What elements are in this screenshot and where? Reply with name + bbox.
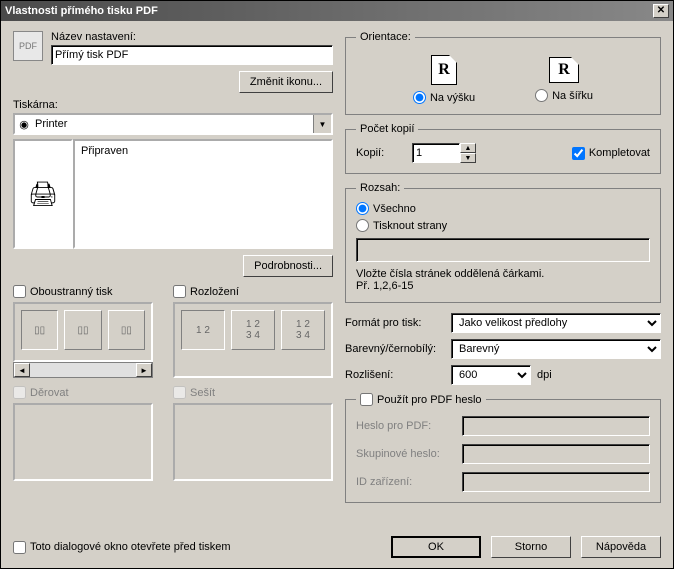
layout-checkbox[interactable] — [173, 285, 186, 298]
staple-checkbox — [173, 386, 186, 399]
chevron-down-icon[interactable]: ▼ — [313, 115, 331, 133]
printer-label: Tiskárna: — [13, 99, 333, 111]
pdf-password-checkbox-label[interactable]: Použít pro PDF heslo — [360, 393, 482, 406]
landscape-radio[interactable] — [535, 89, 548, 102]
range-hint-2: Př. 1,2,6-15 — [356, 280, 650, 292]
scroll-right-icon[interactable]: ► — [136, 363, 152, 377]
punch-checkbox — [13, 386, 26, 399]
pdf-password-checkbox[interactable] — [360, 393, 373, 406]
resolution-label: Rozlišení: — [345, 369, 445, 381]
duplex-scrollbar[interactable]: ◄ ► — [13, 362, 153, 378]
copies-input[interactable] — [412, 143, 460, 163]
layout-checkbox-label[interactable]: Rozložení — [173, 285, 333, 298]
printer-icon: ◉ — [15, 118, 33, 131]
print-format-select[interactable]: Jako velikost předlohy — [451, 313, 661, 333]
change-icon-button[interactable]: Změnit ikonu... — [239, 71, 333, 93]
resolution-select[interactable]: 600 — [451, 365, 531, 385]
print-format-label: Formát pro tisk: — [345, 317, 445, 329]
close-button[interactable]: ✕ — [653, 4, 669, 18]
duplex-checkbox[interactable] — [13, 285, 26, 298]
device-id-input — [462, 472, 650, 492]
copies-label: Kopií: — [356, 147, 406, 159]
printer-status-text: Připraven — [81, 145, 128, 157]
copies-down-button[interactable]: ▼ — [460, 153, 476, 163]
range-hint-1: Vložte čísla stránek oddělená čárkami. — [356, 268, 650, 280]
range-all-radio-label[interactable]: Všechno — [356, 202, 650, 215]
orientation-group: Orientace: R Na výšku R — [345, 31, 661, 115]
range-pages-input — [356, 238, 650, 262]
copies-legend: Počet kopií — [356, 123, 418, 135]
duplex-option-1-icon[interactable]: ▯▯ — [21, 310, 58, 350]
range-all-radio[interactable] — [356, 202, 369, 215]
staple-checkbox-label: Sešít — [173, 386, 333, 399]
scroll-left-icon[interactable]: ◄ — [14, 363, 30, 377]
duplex-option-2-icon[interactable]: ▯▯ — [64, 310, 101, 350]
group-pw-input — [462, 444, 650, 464]
printer-preview-panel: 🖨 — [13, 139, 73, 249]
pdf-pw-input — [462, 416, 650, 436]
portrait-icon: R — [431, 55, 457, 85]
left-column: PDF Název nastavení: Změnit ikonu... Tis… — [13, 31, 333, 503]
layout-option-3-icon[interactable]: 1 23 4 — [281, 310, 325, 350]
printer-status-panel: Připraven — [73, 139, 333, 249]
range-legend: Rozsah: — [356, 182, 404, 194]
help-button[interactable]: Nápověda — [581, 536, 661, 558]
group-pw-label: Skupinové heslo: — [356, 448, 456, 460]
printer-select[interactable]: ◉ Printer ▼ — [13, 113, 333, 135]
copies-up-button[interactable]: ▲ — [460, 143, 476, 153]
collate-checkbox[interactable] — [572, 147, 585, 160]
dialog-window: Vlastnosti přímého tisku PDF ✕ PDF Název… — [0, 0, 674, 569]
orientation-legend: Orientace: — [356, 31, 415, 43]
resolution-unit: dpi — [537, 369, 552, 381]
punch-panel — [13, 403, 153, 481]
punch-checkbox-label: Děrovat — [13, 386, 153, 399]
pdf-pw-label: Heslo pro PDF: — [356, 420, 456, 432]
collate-checkbox-label[interactable]: Kompletovat — [572, 147, 650, 160]
portrait-radio[interactable] — [413, 91, 426, 104]
settings-name-label: Název nastavení: — [51, 31, 333, 43]
layout-option-2-icon[interactable]: 1 23 4 — [231, 310, 275, 350]
range-group: Rozsah: Všechno Tisknout strany Vložte č… — [345, 182, 661, 303]
layout-option-1-icon[interactable]: 1 2 — [181, 310, 225, 350]
duplex-checkbox-label[interactable]: Oboustranný tisk — [13, 285, 153, 298]
portrait-radio-label[interactable]: Na výšku — [413, 91, 475, 104]
staple-panel — [173, 403, 333, 481]
color-mode-select[interactable]: Barevný — [451, 339, 661, 359]
open-before-print-checkbox[interactable] — [13, 541, 26, 554]
landscape-icon: R — [549, 57, 579, 83]
window-title: Vlastnosti přímého tisku PDF — [5, 5, 653, 17]
range-pages-radio[interactable] — [356, 219, 369, 232]
right-column: Orientace: R Na výšku R — [345, 31, 661, 503]
duplex-option-3-icon[interactable]: ▯▯ — [108, 310, 145, 350]
open-before-print-label[interactable]: Toto dialogové okno otevřete před tiskem — [13, 541, 231, 554]
color-mode-label: Barevný/černobílý: — [345, 343, 445, 355]
printer-value: Printer — [33, 118, 313, 130]
ok-button[interactable]: OK — [391, 536, 481, 558]
pdf-password-group: Použít pro PDF heslo Heslo pro PDF: Skup… — [345, 393, 661, 503]
pdf-document-icon: PDF — [13, 31, 43, 61]
titlebar: Vlastnosti přímého tisku PDF ✕ — [1, 1, 673, 21]
landscape-radio-label[interactable]: Na šířku — [535, 89, 593, 102]
copies-group: Počet kopií Kopií: ▲ ▼ — [345, 123, 661, 174]
settings-name-input[interactable] — [51, 45, 333, 65]
range-pages-radio-label[interactable]: Tisknout strany — [356, 219, 650, 232]
device-id-label: ID zařízení: — [356, 476, 456, 488]
details-button[interactable]: Podrobnosti... — [243, 255, 333, 277]
printer-device-icon: 🖨 — [28, 180, 58, 209]
cancel-button[interactable]: Storno — [491, 536, 571, 558]
